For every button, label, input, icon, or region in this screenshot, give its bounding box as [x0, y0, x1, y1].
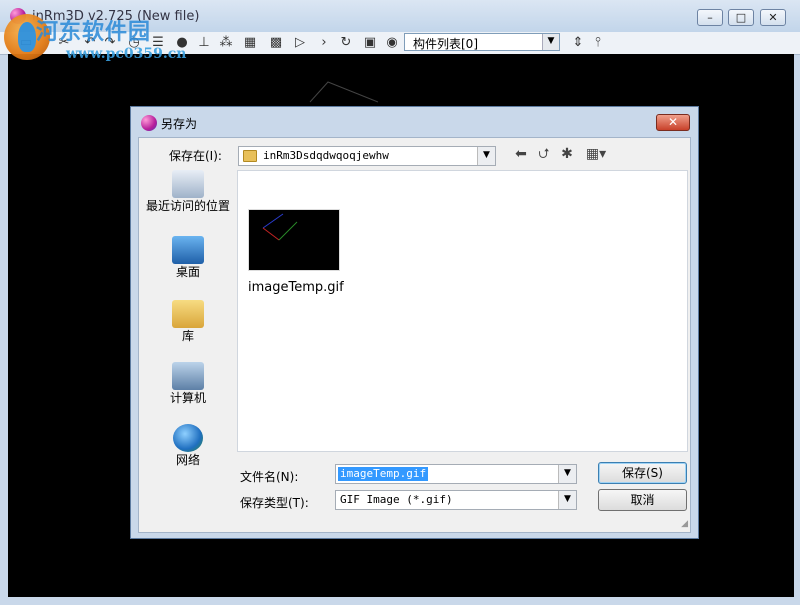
cancel-button[interactable]: 取消 [598, 489, 687, 511]
component-list-value: 构件列表[0] [413, 37, 478, 51]
save-in-value: inRm3Dsdqdwqoqjewhw [263, 149, 389, 162]
play-icon[interactable]: ▷ [292, 35, 308, 51]
place-label: 库 [181, 329, 194, 343]
file-thumbnail [248, 209, 340, 271]
new-folder-icon[interactable]: ✱ [558, 145, 576, 163]
eye-icon[interactable]: ◉ [384, 35, 400, 51]
folder-icon [243, 150, 257, 162]
file-item[interactable]: imageTemp.gif [248, 209, 344, 295]
watermark-url: www.pc0359.cn [66, 46, 187, 62]
place-label: 计算机 [169, 391, 206, 405]
maximize-button[interactable]: □ [728, 9, 754, 26]
filename-value: imageTemp.gif [338, 467, 429, 481]
place-computer[interactable]: 计算机 [139, 362, 237, 405]
place-label: 最近访问的位置 [145, 199, 230, 213]
view-menu-icon[interactable]: ▦▾ [582, 145, 610, 163]
save-in-label: 保存在(I): [169, 149, 222, 163]
dialog-title-bar: 另存为 ✕ [131, 107, 698, 137]
close-button[interactable]: ✕ [760, 9, 786, 26]
filename-input[interactable]: imageTemp.gif ▼ [335, 464, 577, 484]
refresh-icon[interactable]: ↻ [338, 35, 354, 51]
dialog-app-icon [141, 115, 157, 131]
filetype-combo[interactable]: GIF Image (*.gif) ▼ [335, 490, 577, 510]
minimize-button[interactable]: – [697, 9, 723, 26]
save-as-dialog: 另存为 ✕ 保存在(I): inRm3Dsdqdwqoqjewhw ▼ ⬅ ⮍ … [130, 106, 699, 539]
filetype-value: GIF Image (*.gif) [340, 493, 453, 506]
filename-label: 文件名(N): [240, 470, 299, 484]
molecule-icon[interactable]: ⁂ [218, 35, 234, 51]
chevron-down-icon[interactable]: ▼ [558, 465, 576, 483]
watermark-text: 河东软件园 [36, 19, 152, 45]
place-recent[interactable]: 最近访问的位置 [139, 170, 237, 213]
place-desktop[interactable]: 桌面 [139, 236, 237, 279]
network-icon [173, 424, 203, 452]
file-list[interactable]: imageTemp.gif [237, 170, 688, 452]
resize-grip-icon[interactable]: ◢ [676, 518, 688, 530]
dialog-close-button[interactable]: ✕ [656, 114, 690, 131]
lock-icon[interactable]: ▣ [362, 35, 378, 51]
filetype-label: 保存类型(T): [240, 496, 309, 510]
place-network[interactable]: 网络 [139, 424, 237, 467]
dialog-title: 另存为 [161, 117, 198, 131]
status-strip [0, 597, 800, 605]
desktop-icon [172, 236, 204, 264]
component-list-select[interactable]: 构件列表[0] ▼ [404, 33, 560, 51]
file-name: imageTemp.gif [248, 280, 344, 295]
libraries-icon [172, 300, 204, 328]
chevron-down-icon[interactable]: ▼ [477, 147, 495, 165]
save-button[interactable]: 保存(S) [598, 462, 687, 484]
grid-icon[interactable]: ▩ [268, 35, 284, 51]
place-libraries[interactable]: 库 [139, 300, 237, 343]
spin-icon[interactable]: ⇕ [570, 35, 586, 51]
thumbnail-axes [262, 213, 298, 241]
calculator-icon[interactable]: ▦ [242, 35, 258, 51]
computer-icon [172, 362, 204, 390]
dialog-body: 保存在(I): inRm3Dsdqdwqoqjewhw ▼ ⬅ ⮍ ✱ ▦▾ 最… [138, 137, 691, 533]
chevron-down-icon[interactable]: ▼ [542, 34, 559, 50]
step-icon[interactable]: › [316, 35, 332, 51]
chevron-down-icon[interactable]: ▼ [558, 491, 576, 509]
pin-icon[interactable]: ⫯ [590, 35, 606, 51]
place-label: 桌面 [175, 265, 200, 279]
up-folder-icon[interactable]: ⮍ [535, 145, 553, 163]
back-arrow-icon[interactable]: ⬅ [512, 145, 530, 163]
recent-places-icon [172, 170, 204, 198]
save-in-combo[interactable]: inRm3Dsdqdwqoqjewhw ▼ [238, 146, 496, 166]
place-label: 网络 [175, 453, 200, 467]
places-bar: 最近访问的位置 桌面 库 计算机 网络 [139, 170, 237, 490]
axis-icon[interactable]: ⊥ [196, 35, 212, 51]
